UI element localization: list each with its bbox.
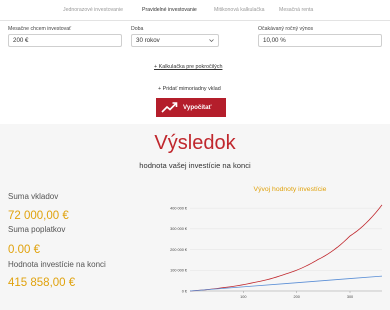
end-value: 415 858,00 € [8, 277, 76, 289]
monthly-label: Mesačne chcem investovať [8, 26, 72, 32]
tab-divider [0, 20, 390, 21]
result-subtitle: hodnota vašej investície na konci [139, 161, 251, 170]
tab-millionaire-calculator[interactable]: Mitikonová kalkulačka [214, 7, 264, 13]
investment-chart: 0 € 100 000 € 200 000 € 300 000 € 400 000 € 1… [170, 204, 383, 299]
chart-trend-icon [161, 102, 178, 113]
advanced-calculator-link[interactable]: + Kalkulačka pre pokročilých [154, 64, 222, 70]
yield-value: 10,00 % [263, 37, 286, 44]
yield-input[interactable]: 10,00 % [258, 34, 382, 47]
yield-label: Očakávaný ročný výnos [258, 26, 314, 32]
end-value-label: Hodnota investície na konci [8, 260, 106, 269]
x-tick-label: 100 [240, 295, 246, 299]
period-value: 30 rokov [136, 37, 160, 44]
monthly-amount-input[interactable]: 200 € [8, 34, 122, 47]
tab-regular[interactable]: Pravidelné investovanie [142, 7, 197, 13]
x-tick-label: 300 [347, 295, 353, 299]
deposits-value: 72 000,00 € [8, 210, 69, 222]
x-tick-label: 200 [293, 295, 299, 299]
deposit-series-line [189, 275, 383, 292]
period-label: Doba [131, 26, 144, 32]
tab-one-time[interactable]: Jednorazové investovanie [63, 7, 123, 13]
y-tick-label: 200 000 € [170, 248, 188, 252]
tab-monthly-rent[interactable]: Mesačná renta [279, 7, 313, 13]
chevron-down-icon [209, 39, 214, 42]
fees-label: Suma poplatkov [8, 225, 66, 234]
y-tick-label: 0 € [182, 289, 188, 293]
fees-value: 0.00 € [8, 244, 40, 256]
y-tick-label: 300 000 € [170, 227, 188, 231]
period-select[interactable]: 30 rokov [131, 34, 219, 47]
result-title: Výsledok [154, 132, 236, 154]
result-panel: Výsledok hodnota vašej investície na kon… [0, 124, 390, 310]
monthly-amount-value: 200 € [13, 37, 29, 44]
tab-bar: Jednorazové investovanie Pravidelné inve… [0, 7, 390, 19]
y-tick-label: 100 000 € [170, 269, 188, 273]
deposits-label: Suma vkladov [8, 192, 59, 201]
y-tick-label: 400 000 € [170, 206, 188, 210]
chart-title: Vývoj hodnoty investície [253, 186, 327, 193]
calculate-button[interactable]: Vypočítať [156, 98, 226, 117]
calculate-button-label: Vypočítať [183, 104, 212, 111]
calculator-panel: Jednorazové investovanie Pravidelné inve… [0, 0, 390, 124]
add-extra-deposit-link[interactable]: + Pridať mimoriadny vklad [158, 86, 221, 92]
